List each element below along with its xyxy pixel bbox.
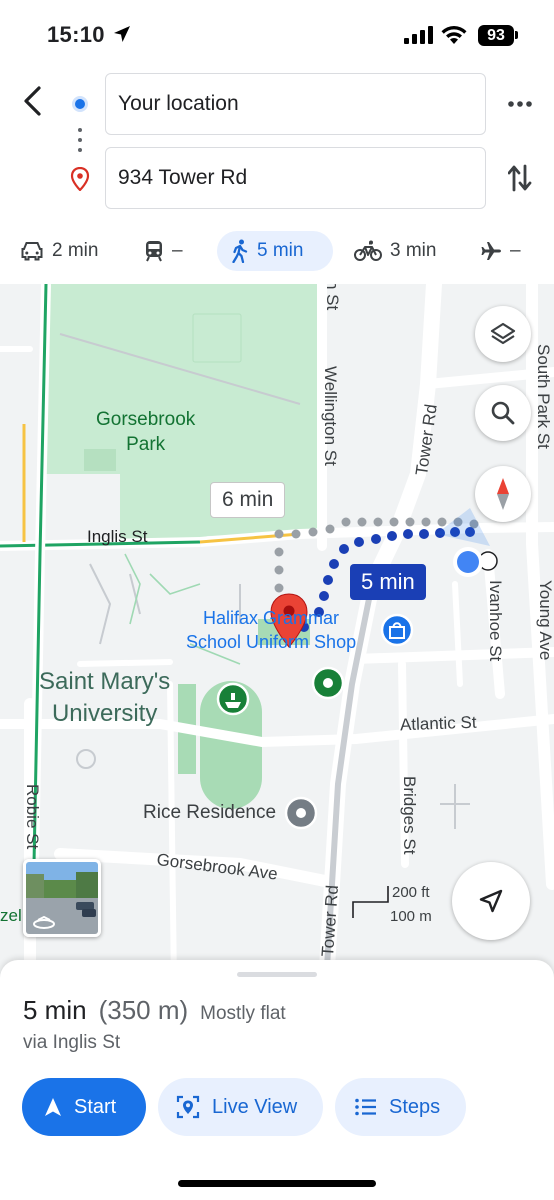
map-label-south-park: South Park St	[534, 344, 553, 449]
mode-transit-label: –	[172, 240, 183, 261]
map-label-wellington: Wellington St	[321, 366, 340, 466]
mode-flight[interactable]: –	[480, 231, 521, 271]
map-label-partial-left: zel	[0, 906, 22, 925]
navigation-start-icon	[45, 1098, 61, 1116]
map-label-rice-residence: Rice Residence	[143, 802, 277, 823]
route-bottom-sheet[interactable]: 5 min (350 m) Mostly flat via Inglis St …	[0, 960, 554, 1200]
route-terrain: Mostly flat	[200, 1003, 286, 1024]
scale-feet-label: 200 ft	[392, 884, 430, 901]
map-label-halifax-school: Halifax Grammar School Uniform Shop	[186, 608, 357, 652]
clock: 15:10	[47, 22, 105, 47]
mode-transit[interactable]: –	[144, 231, 183, 271]
location-services-icon	[114, 26, 130, 42]
origin-input[interactable]: Your location	[105, 73, 486, 135]
swap-directions-icon[interactable]	[508, 162, 532, 194]
map-scale: 200 ft 100 m	[352, 884, 442, 926]
list-icon	[355, 1098, 376, 1116]
back-arrow-icon[interactable]	[18, 84, 48, 118]
map-label-inglis: Inglis St	[87, 527, 148, 546]
layers-icon	[490, 322, 516, 345]
route-duration: 5 min	[23, 995, 87, 1025]
map-label-young: Young Ave	[536, 580, 554, 661]
scale-meters-label: 100 m	[390, 908, 432, 925]
start-button[interactable]: Start	[22, 1078, 146, 1136]
bicycle-icon	[354, 240, 382, 261]
steps-button-label: Steps	[389, 1095, 441, 1118]
alternate-route-time[interactable]: 6 min	[210, 482, 286, 518]
route-connector	[78, 128, 82, 158]
live-view-button-label: Live View	[212, 1095, 298, 1118]
live-view-button[interactable]: Live View	[158, 1078, 323, 1136]
live-view-icon	[176, 1095, 200, 1119]
transit-icon	[146, 241, 162, 262]
mode-bike-label: 3 min	[390, 240, 437, 261]
map-label-partial-top: n St	[323, 284, 342, 311]
mode-drive[interactable]: 2 min	[20, 231, 98, 271]
map-label-robie: Robie St	[23, 784, 42, 850]
route-summary: 5 min (350 m) Mostly flat	[23, 995, 286, 1026]
start-button-label: Start	[74, 1095, 117, 1118]
status-bar: 15:10 93	[0, 0, 554, 70]
battery-cap	[515, 31, 518, 39]
map-label-atlantic: Atlantic St	[399, 712, 477, 735]
search-along-route-button[interactable]	[475, 385, 531, 441]
wifi-icon	[441, 26, 467, 44]
street-view-image	[26, 862, 98, 934]
battery-indicator: 93	[478, 25, 514, 46]
compass-button[interactable]	[475, 466, 531, 522]
layers-button[interactable]	[475, 306, 531, 362]
steps-button[interactable]: Steps	[335, 1078, 466, 1136]
mode-walk-label: 5 min	[257, 240, 304, 261]
street-view-thumbnail[interactable]	[23, 859, 101, 937]
route-distance: (350 m)	[98, 995, 189, 1025]
airplane-icon	[481, 242, 501, 260]
map-label-ivanhoe: Ivanhoe St	[486, 580, 505, 662]
recenter-button[interactable]	[452, 862, 530, 940]
search-icon	[491, 401, 515, 425]
walking-icon	[232, 239, 248, 263]
sheet-drag-handle[interactable]	[237, 972, 317, 977]
home-indicator[interactable]	[178, 1180, 376, 1187]
cellular-signal-icon	[404, 26, 433, 44]
destination-input[interactable]: 934 Tower Rd	[105, 147, 486, 209]
mode-walk[interactable]: 5 min	[217, 231, 333, 271]
map-label-university: Saint Mary's University	[39, 668, 171, 727]
navigation-arrow-icon	[479, 889, 503, 913]
selected-route-time[interactable]: 5 min	[350, 564, 426, 600]
more-options-icon[interactable]	[508, 100, 532, 108]
map-view[interactable]: Gorsebrook Park Saint Mary's University …	[0, 284, 554, 984]
map-label-bridges: Bridges St	[400, 776, 419, 855]
compass-icon	[497, 478, 509, 510]
mode-flight-label: –	[510, 240, 521, 261]
travel-mode-bar: 2 min – 5 min 3 min –	[0, 226, 554, 278]
origin-dot-icon	[72, 96, 88, 112]
mode-drive-label: 2 min	[52, 240, 99, 261]
car-icon	[21, 242, 43, 261]
map-label-park: Gorsebrook Park	[96, 409, 196, 455]
mode-bike[interactable]: 3 min	[354, 231, 436, 271]
route-via: via Inglis St	[23, 1032, 121, 1053]
destination-pin-icon	[70, 167, 90, 191]
